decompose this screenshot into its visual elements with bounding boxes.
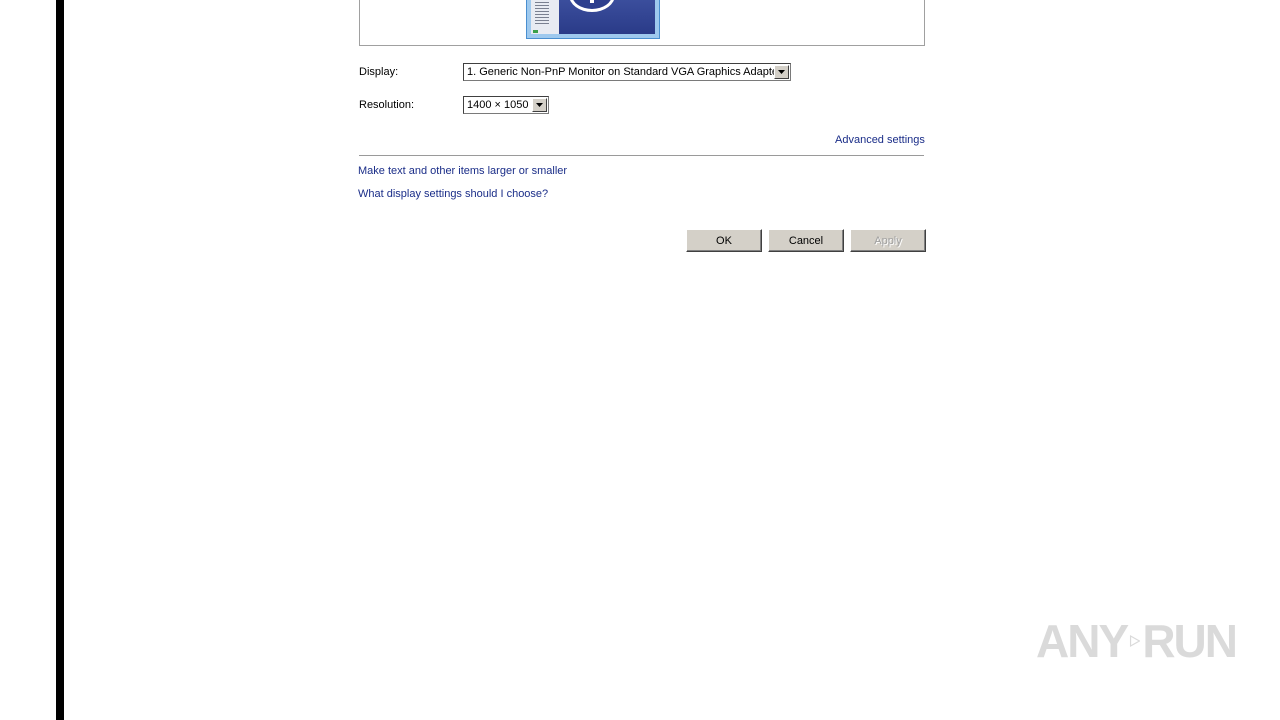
- cancel-button[interactable]: Cancel: [768, 229, 844, 252]
- chevron-down-icon[interactable]: [774, 65, 789, 79]
- apply-button[interactable]: Apply: [850, 229, 926, 252]
- display-help-link[interactable]: What display settings should I choose?: [358, 188, 548, 200]
- display-select-value: 1. Generic Non-PnP Monitor on Standard V…: [467, 66, 774, 78]
- display-label: Display:: [359, 66, 399, 78]
- anyrun-watermark: ANY RUN: [1036, 608, 1238, 674]
- monitor-screen: [531, 0, 655, 34]
- text-size-link[interactable]: Make text and other items larger or smal…: [358, 165, 567, 177]
- play-icon: [1130, 634, 1141, 648]
- monitor-preview-icon[interactable]: [526, 0, 660, 39]
- resolution-select[interactable]: 1400 × 1050: [463, 96, 549, 114]
- ok-button[interactable]: OK: [686, 229, 762, 252]
- monitor-logo-icon: [569, 0, 615, 12]
- window-edge: [56, 0, 64, 720]
- resolution-label: Resolution:: [359, 99, 415, 111]
- watermark-text-run: RUN: [1142, 615, 1238, 667]
- resolution-select-value: 1400 × 1050: [467, 99, 529, 111]
- display-select[interactable]: 1. Generic Non-PnP Monitor on Standard V…: [463, 63, 791, 81]
- section-divider: [359, 155, 924, 156]
- watermark-text-any: ANY: [1036, 615, 1129, 667]
- advanced-settings-link[interactable]: Advanced settings: [835, 134, 925, 146]
- monitor-start-icon: [533, 30, 538, 33]
- chevron-down-icon[interactable]: [532, 98, 547, 112]
- monitor-start-menu: [531, 0, 559, 34]
